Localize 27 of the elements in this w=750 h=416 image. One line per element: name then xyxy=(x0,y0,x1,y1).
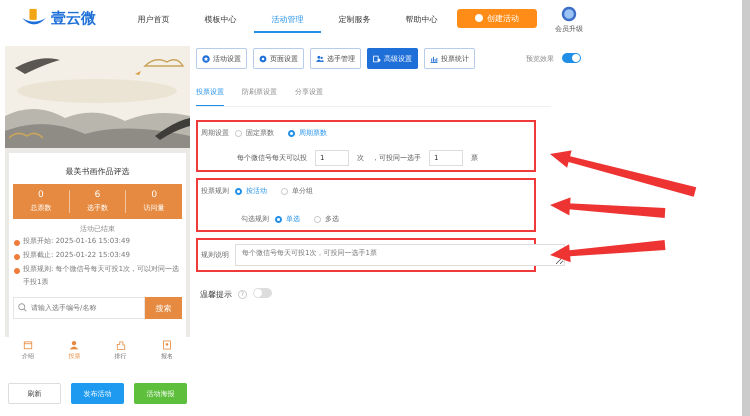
stat-value: 0 xyxy=(150,190,158,200)
nav-link[interactable]: 用户首页 xyxy=(120,4,187,32)
nav-link[interactable]: 模板中心 xyxy=(187,4,254,32)
calendar-icon xyxy=(23,340,34,350)
gear-icon xyxy=(259,54,267,62)
star-icon xyxy=(202,54,210,62)
tip-label: 温馨提示 xyxy=(200,288,232,300)
activity-title: 最美书画作品评选 xyxy=(64,166,130,178)
person-icon xyxy=(69,340,80,350)
toggle-switch[interactable] xyxy=(562,52,581,62)
info-icon xyxy=(14,268,20,274)
info-icon xyxy=(14,240,20,246)
info-icon xyxy=(14,254,20,260)
settings-icon xyxy=(373,54,381,62)
people-icon xyxy=(316,54,324,62)
badge-icon xyxy=(162,340,172,350)
stat-value: 0 xyxy=(36,190,45,200)
nav-link[interactable]: 定制服务 xyxy=(321,4,388,32)
vip-badge-icon[interactable] xyxy=(561,6,577,22)
stat-value: 6 xyxy=(94,190,102,200)
brand-name: 壹云微 xyxy=(51,8,96,28)
nav-link[interactable]: 活动管理 xyxy=(254,4,321,32)
building-icon xyxy=(116,340,126,350)
scrollbar[interactable] xyxy=(742,0,750,416)
nav-link[interactable]: 帮助中心 xyxy=(388,4,455,32)
bar-chart-icon xyxy=(430,54,438,62)
toggle-switch[interactable] xyxy=(253,288,272,298)
